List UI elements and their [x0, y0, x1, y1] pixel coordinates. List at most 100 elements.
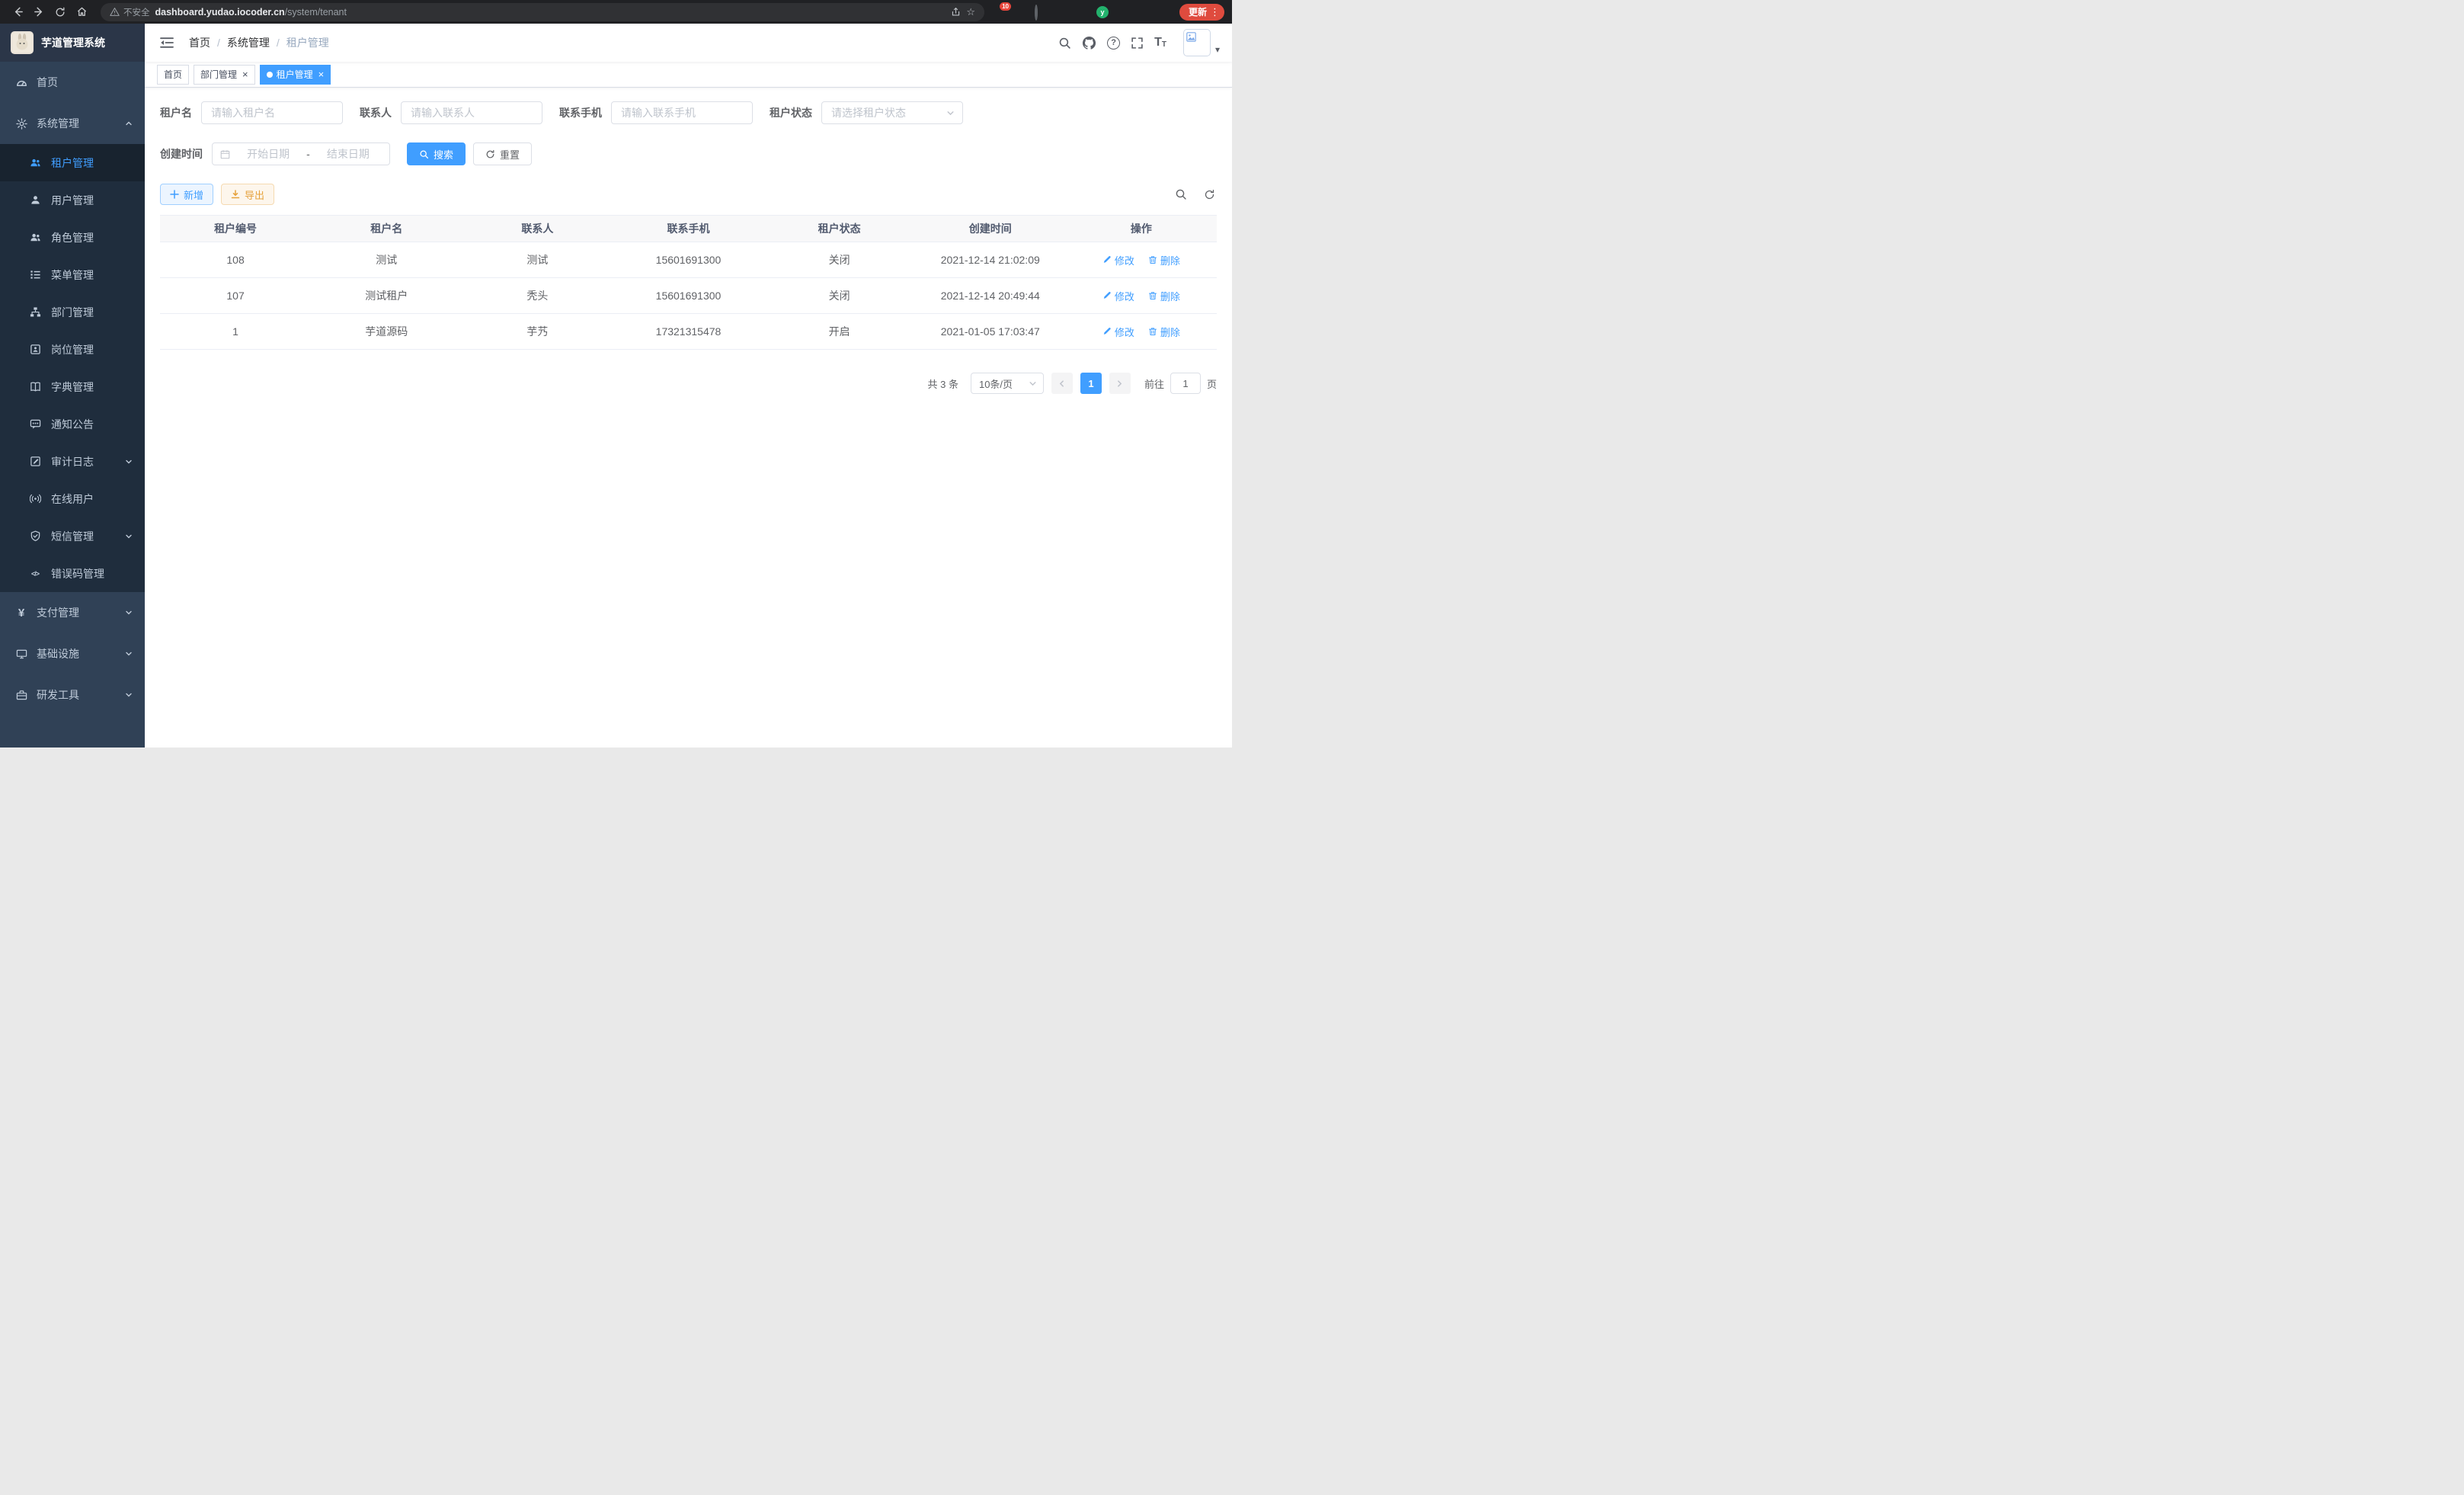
extension-icon-green-2[interactable]: y — [1096, 6, 1109, 18]
phone-input[interactable] — [611, 101, 753, 124]
caret-down-icon[interactable]: ▾ — [1215, 44, 1220, 56]
close-icon[interactable]: × — [242, 69, 248, 79]
sidebar-fold-icon[interactable] — [157, 34, 177, 52]
close-icon[interactable]: × — [318, 69, 325, 79]
url-bar[interactable]: 不安全 dashboard.yudao.iocoder.cn /system/t… — [101, 3, 984, 21]
extension-icon-green-square[interactable] — [1117, 6, 1129, 18]
extension-icon-diamond[interactable] — [1014, 6, 1026, 18]
sidebar-item-roles[interactable]: 角色管理 — [0, 219, 145, 256]
avatar[interactable] — [1183, 29, 1211, 56]
help-icon[interactable]: ? — [1107, 37, 1120, 50]
home-icon[interactable] — [72, 2, 91, 22]
cell-tenant-id: 108 — [160, 242, 311, 278]
browser-profile-avatar[interactable] — [1158, 6, 1170, 18]
cell-contact: 秃头 — [462, 278, 613, 314]
breadcrumb-home[interactable]: 首页 — [189, 35, 210, 50]
col-actions: 操作 — [1066, 216, 1217, 242]
cell-tenant-id: 107 — [160, 278, 311, 314]
cell-actions: 修改删除 — [1066, 242, 1217, 278]
sidebar-item-tenant[interactable]: 租户管理 — [0, 144, 145, 181]
sidebar-item-notices[interactable]: 通知公告 — [0, 405, 145, 443]
goto-page-input[interactable] — [1170, 373, 1201, 394]
sidebar-item-dev-tools[interactable]: 研发工具 — [0, 674, 145, 715]
edit-icon — [1102, 255, 1112, 264]
reset-button[interactable]: 重置 — [473, 142, 532, 165]
search-button[interactable]: 搜索 — [407, 142, 466, 165]
page-size-select[interactable]: 10条/页 — [971, 373, 1044, 394]
tab-tenants[interactable]: 租户管理 × — [260, 65, 331, 85]
shield-icon — [29, 530, 41, 543]
date-range-picker[interactable]: 开始日期 - 结束日期 — [212, 142, 390, 165]
tab-home[interactable]: 首页 — [157, 65, 189, 85]
delete-button[interactable]: 删除 — [1148, 253, 1180, 267]
roles-icon — [29, 232, 41, 244]
extension-icon-dark-2[interactable] — [1055, 6, 1067, 18]
sidebar-item-infrastructure[interactable]: 基础设施 — [0, 633, 145, 674]
sidebar-item-users[interactable]: 用户管理 — [0, 181, 145, 219]
forward-icon[interactable] — [29, 2, 49, 22]
refresh-table-icon[interactable] — [1204, 189, 1215, 200]
screen: 不安全 dashboard.yudao.iocoder.cn /system/t… — [0, 0, 1232, 748]
edit-button[interactable]: 修改 — [1102, 325, 1134, 339]
col-created: 创建时间 — [915, 216, 1066, 242]
edit-icon — [1102, 327, 1112, 336]
sidebar-item-sms[interactable]: 短信管理 — [0, 517, 145, 555]
contact-input[interactable] — [401, 101, 542, 124]
breadcrumb-system[interactable]: 系统管理 — [227, 35, 270, 50]
online-signal-icon — [29, 493, 41, 505]
next-page-button[interactable] — [1109, 373, 1131, 394]
delete-button[interactable]: 删除 — [1148, 325, 1180, 339]
page-content: 租户名 联系人 联系手机 租户状态 请选择租户状态 — [145, 88, 1232, 748]
filter-row-1: 租户名 联系人 联系手机 租户状态 请选择租户状态 — [160, 101, 1217, 124]
sidebar-item-online-users[interactable]: 在线用户 — [0, 480, 145, 517]
page-number-1[interactable]: 1 — [1080, 373, 1102, 394]
dashboard-icon — [15, 76, 27, 88]
edit-button[interactable]: 修改 — [1102, 289, 1134, 303]
toggle-search-icon[interactable] — [1175, 188, 1187, 200]
cell-status: 关闭 — [764, 242, 915, 278]
tenant-name-input[interactable] — [201, 101, 343, 124]
bookmark-star-icon[interactable]: ☆ — [966, 6, 975, 18]
sidebar-item-dictionary[interactable]: 字典管理 — [0, 368, 145, 405]
sidebar-item-departments[interactable]: 部门管理 — [0, 293, 145, 331]
header-search-icon[interactable] — [1058, 37, 1071, 50]
filter-create-time: 创建时间 开始日期 - 结束日期 — [160, 142, 390, 165]
export-button[interactable]: 导出 — [221, 184, 274, 205]
sidebar-item-error-codes[interactable]: </> 错误码管理 — [0, 555, 145, 592]
sidebar-item-label: 用户管理 — [51, 193, 94, 208]
fullscreen-icon[interactable] — [1131, 37, 1144, 50]
delete-button[interactable]: 删除 — [1148, 289, 1180, 303]
github-icon[interactable] — [1082, 36, 1096, 50]
extension-icon-paw[interactable] — [1138, 6, 1150, 18]
browser-update-button[interactable]: 更新 ⋮ — [1179, 4, 1224, 21]
date-start-placeholder[interactable]: 开始日期 — [235, 146, 302, 162]
share-icon[interactable] — [951, 7, 961, 17]
col-phone: 联系手机 — [613, 216, 763, 242]
date-end-placeholder[interactable]: 结束日期 — [315, 146, 382, 162]
back-icon[interactable] — [8, 2, 27, 22]
security-warning[interactable]: 不安全 — [110, 6, 150, 18]
tenants-icon — [29, 157, 41, 169]
sidebar-item-audit-log[interactable]: 审计日志 — [0, 443, 145, 480]
add-button[interactable]: 新增 — [160, 184, 213, 205]
sidebar-item-posts[interactable]: 岗位管理 — [0, 331, 145, 368]
refresh-icon[interactable] — [50, 2, 70, 22]
sidebar-item-home[interactable]: 首页 — [0, 62, 145, 103]
extension-icon-green-1[interactable] — [1076, 6, 1088, 18]
browser-menu-icon[interactable]: ⋮ — [1210, 6, 1220, 18]
status-select[interactable]: 请选择租户状态 — [821, 101, 963, 124]
toolbox-icon — [15, 689, 27, 701]
date-separator: - — [306, 148, 310, 160]
extension-icon-badged[interactable]: 10 — [994, 6, 1006, 18]
prev-page-button[interactable] — [1051, 373, 1073, 394]
tab-departments[interactable]: 部门管理 × — [194, 65, 255, 85]
sidebar-item-menus[interactable]: 菜单管理 — [0, 256, 145, 293]
extension-icon-dark-1[interactable] — [1035, 6, 1047, 18]
user-menu[interactable]: ▾ — [1183, 29, 1220, 56]
sidebar-item-system[interactable]: 系统管理 — [0, 103, 145, 144]
app-logo-row[interactable]: 芋道管理系统 — [0, 24, 145, 62]
filter-tenant-name: 租户名 — [160, 101, 343, 124]
font-size-icon[interactable]: TT — [1154, 37, 1166, 49]
edit-button[interactable]: 修改 — [1102, 253, 1134, 267]
sidebar-item-payment[interactable]: ¥ 支付管理 — [0, 592, 145, 633]
